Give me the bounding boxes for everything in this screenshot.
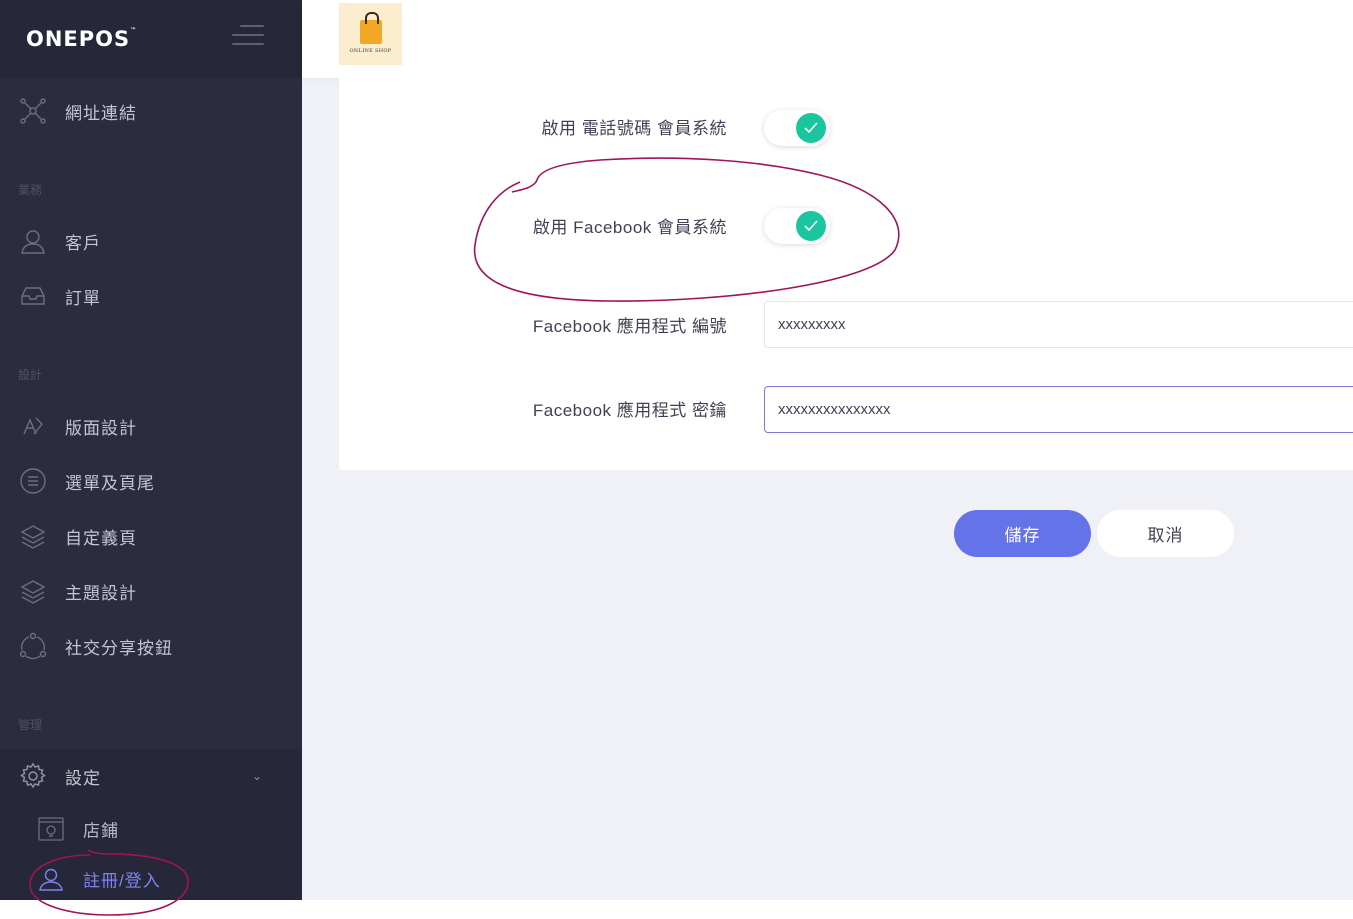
sidebar-item-label: 社交分享按鈕 (65, 638, 173, 658)
sidebar-item-label: 設定 (65, 768, 101, 788)
inbox-icon (21, 287, 45, 305)
section-manage: 管理 (18, 718, 43, 732)
brand-logo[interactable]: ONEPOS™ (26, 27, 137, 51)
cancel-button[interactable]: 取消 (1097, 510, 1234, 557)
sidebar-item-theme[interactable]: 主題設計 (0, 566, 302, 616)
brand-tm: ™ (130, 27, 138, 34)
sidebar-item-label: 訂單 (65, 288, 101, 308)
sidebar-item-social-share[interactable]: 社交分享按鈕 (0, 621, 302, 671)
shop-logo-text: ONLINE SHOP (349, 48, 392, 54)
phone-member-toggle[interactable] (764, 110, 830, 146)
bottom-strip (0, 900, 1353, 919)
shop-logo[interactable]: ONLINE SHOP (339, 3, 402, 65)
save-button[interactable]: 儲存 (954, 510, 1091, 557)
brand-bar: ONEPOS™ (0, 0, 302, 78)
sidebar-item-custom-pages[interactable]: 自定義頁 (0, 511, 302, 561)
store-icon (38, 817, 64, 841)
sidebar-item-label: 自定義頁 (65, 528, 137, 548)
sidebar-subitem-register-login[interactable]: 註冊/登入 (0, 856, 302, 902)
layout-icon (23, 417, 43, 435)
settings-group: 設定 ⌄ 店鋪 註冊/登入 (0, 749, 302, 900)
sidebar-item-label: 主題設計 (65, 583, 137, 603)
shopping-bag-icon (359, 12, 382, 44)
member-settings-card: 啟用 電話號碼 會員系統 啟用 Facebook 會員系統 Facebook 應… (339, 78, 1353, 470)
menu-icon (20, 468, 46, 494)
sidebar-item-label: 版面設計 (65, 418, 137, 438)
sidebar-subitem-label: 註冊/登入 (83, 871, 161, 891)
sidebar-item-label: 選單及頁尾 (65, 473, 155, 493)
section-business: 業務 (18, 183, 43, 197)
facebook-member-label: 啟用 Facebook 會員系統 (532, 218, 727, 237)
network-icon (20, 98, 46, 124)
gear-icon (20, 762, 46, 789)
chevron-down-icon: ⌄ (252, 769, 263, 783)
check-icon (796, 211, 826, 241)
sidebar-item-links[interactable]: 網址連結 (0, 86, 302, 136)
layers-icon (20, 580, 46, 604)
sidebar-item-customers[interactable]: 客戶 (0, 216, 302, 266)
sidebar-item-layout[interactable]: 版面設計 (0, 401, 302, 451)
layers-icon (20, 525, 46, 549)
fb-app-id-input[interactable] (764, 301, 1353, 348)
facebook-member-toggle[interactable] (764, 208, 830, 244)
share-icon (19, 632, 47, 660)
top-header: ONLINE SHOP (302, 0, 1353, 78)
sidebar-item-label: 網址連結 (65, 103, 137, 123)
sidebar-item-menu-footer[interactable]: 選單及頁尾 (0, 456, 302, 506)
section-design: 設計 (18, 368, 43, 382)
menu-toggle-icon[interactable] (232, 25, 264, 45)
brand-name: ONEPOS (26, 27, 131, 51)
sidebar-item-settings[interactable]: 設定 ⌄ (0, 751, 302, 801)
sidebar-subitem-label: 店鋪 (83, 821, 119, 841)
fb-app-secret-input[interactable] (764, 386, 1353, 433)
phone-member-label: 啟用 電話號碼 會員系統 (541, 119, 727, 138)
sidebar: ONEPOS™ 網址連結 業務 客戶 訂單 設計 版面設計 選單及頁尾 自定義頁… (0, 0, 302, 900)
fb-app-id-label: Facebook 應用程式 編號 (532, 317, 727, 336)
sidebar-subitem-store[interactable]: 店鋪 (0, 806, 302, 852)
user-icon (39, 868, 63, 891)
sidebar-item-label: 客戶 (65, 233, 101, 253)
fb-app-secret-label: Facebook 應用程式 密鑰 (532, 401, 727, 420)
check-icon (796, 113, 826, 143)
sidebar-item-orders[interactable]: 訂單 (0, 271, 302, 321)
user-icon (21, 230, 45, 254)
